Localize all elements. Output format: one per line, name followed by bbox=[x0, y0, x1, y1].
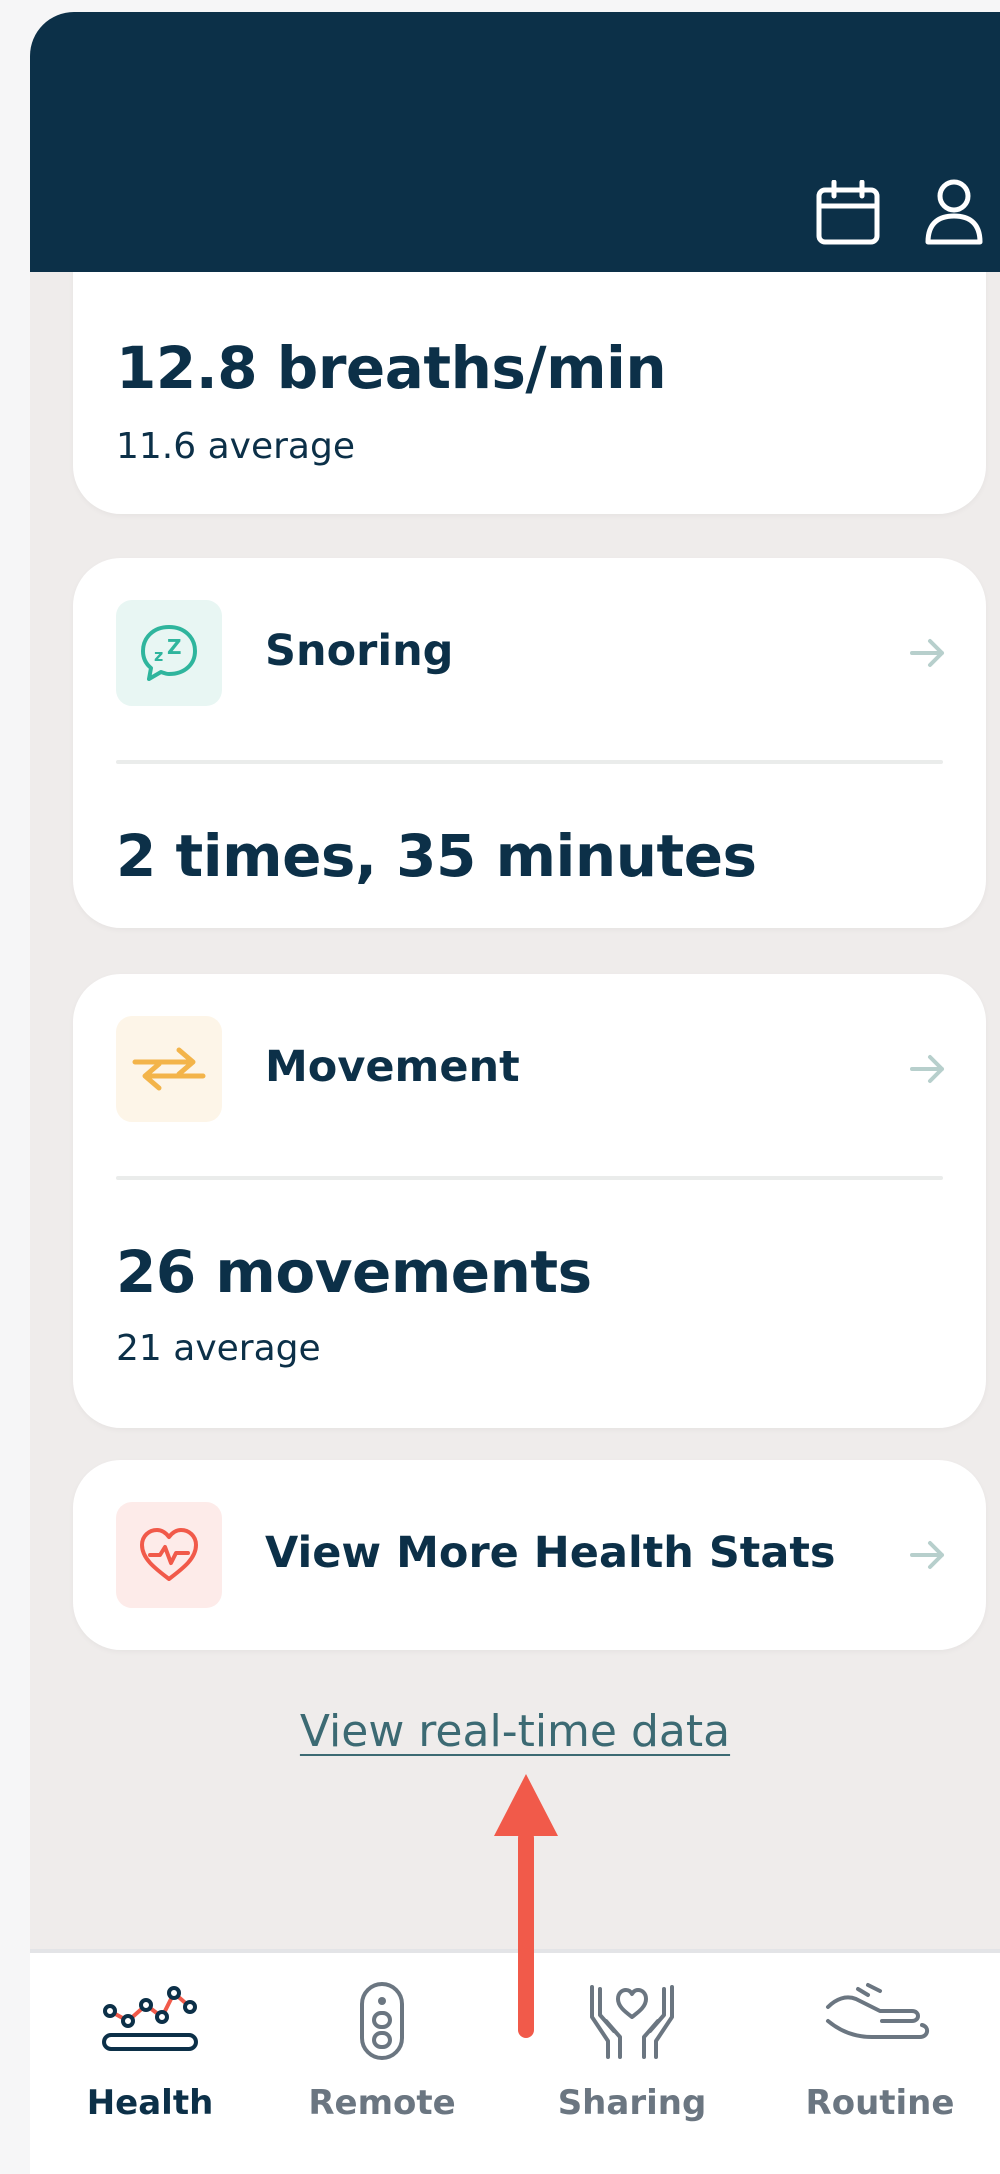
nav-routine-label: Routine bbox=[805, 2083, 955, 2123]
calendar-icon[interactable] bbox=[815, 180, 881, 246]
movement-icon-tile bbox=[116, 1016, 222, 1122]
view-realtime-link[interactable]: View real-time data bbox=[30, 1706, 1000, 1757]
movement-title: Movement bbox=[265, 1042, 520, 1092]
nav-remote[interactable]: Remote bbox=[262, 1953, 502, 2174]
arrow-right-icon bbox=[910, 639, 944, 667]
routine-hand-icon bbox=[826, 1983, 929, 2039]
svg-text:Z: Z bbox=[167, 635, 182, 659]
health-stats-card[interactable]: View More Health Stats bbox=[73, 1460, 986, 1650]
movement-average: 21 average bbox=[116, 1328, 321, 1369]
header-bar bbox=[30, 12, 1000, 272]
nav-routine[interactable]: Routine bbox=[760, 1953, 1000, 2174]
respiration-value: 12.8 breaths/min bbox=[116, 334, 667, 402]
heart-pulse-icon bbox=[140, 1528, 198, 1581]
nav-health[interactable]: Health bbox=[30, 1953, 270, 2174]
user-icon[interactable] bbox=[924, 178, 984, 246]
card-divider bbox=[116, 760, 943, 764]
nav-remote-label: Remote bbox=[308, 2083, 456, 2123]
health-chart-icon bbox=[102, 1986, 198, 2051]
snoring-chat-icon: z Z bbox=[141, 625, 197, 681]
remote-icon bbox=[360, 1982, 404, 2060]
health-stats-title: View More Health Stats bbox=[265, 1528, 836, 1578]
movement-card[interactable]: Movement 26 movements 21 average bbox=[73, 974, 986, 1428]
respiration-average: 11.6 average bbox=[116, 426, 355, 467]
snoring-icon-tile: z Z bbox=[116, 600, 222, 706]
arrow-right-icon bbox=[910, 1055, 944, 1083]
nav-health-label: Health bbox=[86, 2083, 214, 2123]
snoring-card[interactable]: z Z Snoring 2 times, 35 minutes bbox=[73, 558, 986, 928]
nav-sharing-label: Sharing bbox=[557, 2083, 707, 2123]
annotation-arrow bbox=[494, 1774, 558, 2038]
health-stats-icon-tile bbox=[116, 1502, 222, 1608]
snoring-value: 2 times, 35 minutes bbox=[116, 822, 757, 890]
sharing-hands-heart-icon bbox=[590, 1985, 674, 2059]
movement-value: 26 movements bbox=[116, 1238, 592, 1306]
arrow-right-icon bbox=[910, 1541, 944, 1569]
movement-arrows-icon bbox=[132, 1047, 206, 1091]
app-screen: 12.8 breaths/min 11.6 average z Z Snorin… bbox=[30, 12, 1000, 2174]
svg-text:z: z bbox=[154, 646, 163, 665]
snoring-title: Snoring bbox=[265, 626, 454, 676]
card-divider bbox=[116, 1176, 943, 1180]
